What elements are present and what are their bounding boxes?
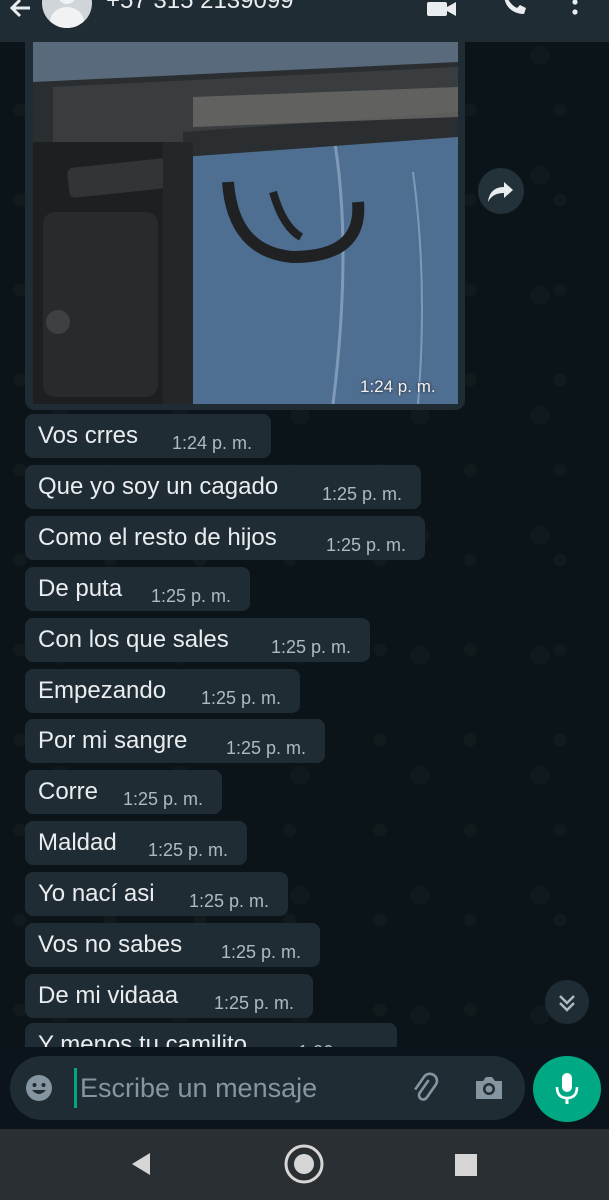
message-timestamp: 1:25 p. m. xyxy=(201,688,282,708)
chat-header: +57 315 2139099 xyxy=(0,0,609,42)
message-bubble[interactable]: Vos no sabes 1:25 p. m. xyxy=(25,923,320,967)
mic-button[interactable] xyxy=(533,1056,601,1122)
message-text: Yo nací asi xyxy=(38,880,155,907)
message-text: Empezando xyxy=(38,677,167,704)
nav-home-icon[interactable] xyxy=(283,1143,325,1190)
message-timestamp: 1:25 p. m. xyxy=(214,993,295,1013)
message-bubble[interactable]: Por mi sangre 1:25 p. m. xyxy=(25,719,325,763)
message-input-box xyxy=(10,1056,525,1120)
image-photo[interactable] xyxy=(33,42,458,404)
forward-icon[interactable] xyxy=(478,168,524,214)
message-text: De puta xyxy=(38,575,123,602)
message-text: De mi vidaaa xyxy=(38,982,179,1009)
message-timestamp: 1:25 p. m. xyxy=(151,586,232,606)
emoji-icon[interactable] xyxy=(24,1073,54,1108)
message-input[interactable] xyxy=(74,1068,400,1108)
mic-icon xyxy=(554,1072,580,1111)
composer xyxy=(0,1047,609,1129)
phone-icon[interactable] xyxy=(500,0,528,23)
message-text: Corre xyxy=(38,778,99,805)
message-text: Que yo soy un cagado xyxy=(38,473,279,500)
message-text: Por mi sangre xyxy=(38,727,188,754)
message-bubble[interactable]: Que yo soy un cagado 1:25 p. m. xyxy=(25,465,421,509)
image-timestamp: 1:24 p. m. xyxy=(360,377,436,396)
message-bubble[interactable]: De mi vidaaa 1:25 p. m. xyxy=(25,974,313,1018)
message-timestamp: 1:25 p. m. xyxy=(322,484,403,504)
avatar[interactable] xyxy=(42,0,92,28)
message-bubble[interactable]: Empezando 1:25 p. m. xyxy=(25,669,300,713)
android-nav-bar xyxy=(0,1129,609,1200)
message-timestamp: 1:24 p. m. xyxy=(172,433,253,453)
message-timestamp: 1:25 p. m. xyxy=(189,891,270,911)
back-arrow-icon[interactable] xyxy=(6,0,36,28)
message-text: Maldad xyxy=(38,829,117,856)
attach-icon[interactable] xyxy=(408,1072,440,1109)
message-timestamp: 1:25 p. m. xyxy=(123,789,204,809)
message-text: Con los que sales xyxy=(38,626,229,653)
scroll-down-button[interactable] xyxy=(545,980,589,1024)
message-text: Vos no sabes xyxy=(38,931,183,958)
message-bubble[interactable]: Maldad 1:25 p. m. xyxy=(25,821,247,865)
message-timestamp: 1:25 p. m. xyxy=(326,535,407,555)
message-bubble[interactable]: Con los que sales 1:25 p. m. xyxy=(25,618,370,662)
nav-recents-icon[interactable] xyxy=(454,1153,478,1182)
contact-name[interactable]: +57 315 2139099 xyxy=(106,0,294,15)
more-vertical-icon[interactable] xyxy=(570,0,580,23)
message-text: Como el resto de hijos xyxy=(38,524,277,551)
message-bubble[interactable]: De puta 1:25 p. m. xyxy=(25,567,250,611)
message-timestamp: 1:25 p. m. xyxy=(221,942,302,962)
message-timestamp: 1:25 p. m. xyxy=(226,738,307,758)
message-bubble[interactable]: Corre 1:25 p. m. xyxy=(25,770,222,814)
camera-icon[interactable] xyxy=(473,1073,505,1108)
message-text: Vos crres xyxy=(38,422,139,449)
message-bubble[interactable]: Yo nací asi 1:25 p. m. xyxy=(25,872,288,916)
message-timestamp: 1:25 p. m. xyxy=(271,637,352,657)
message-bubble[interactable]: Como el resto de hijos 1:25 p. m. xyxy=(25,516,425,560)
message-timestamp: 1:25 p. m. xyxy=(148,840,229,860)
nav-back-icon[interactable] xyxy=(128,1151,154,1182)
message-bubble[interactable]: Vos crres 1:24 p. m. xyxy=(25,414,271,458)
video-call-icon[interactable] xyxy=(426,0,458,23)
